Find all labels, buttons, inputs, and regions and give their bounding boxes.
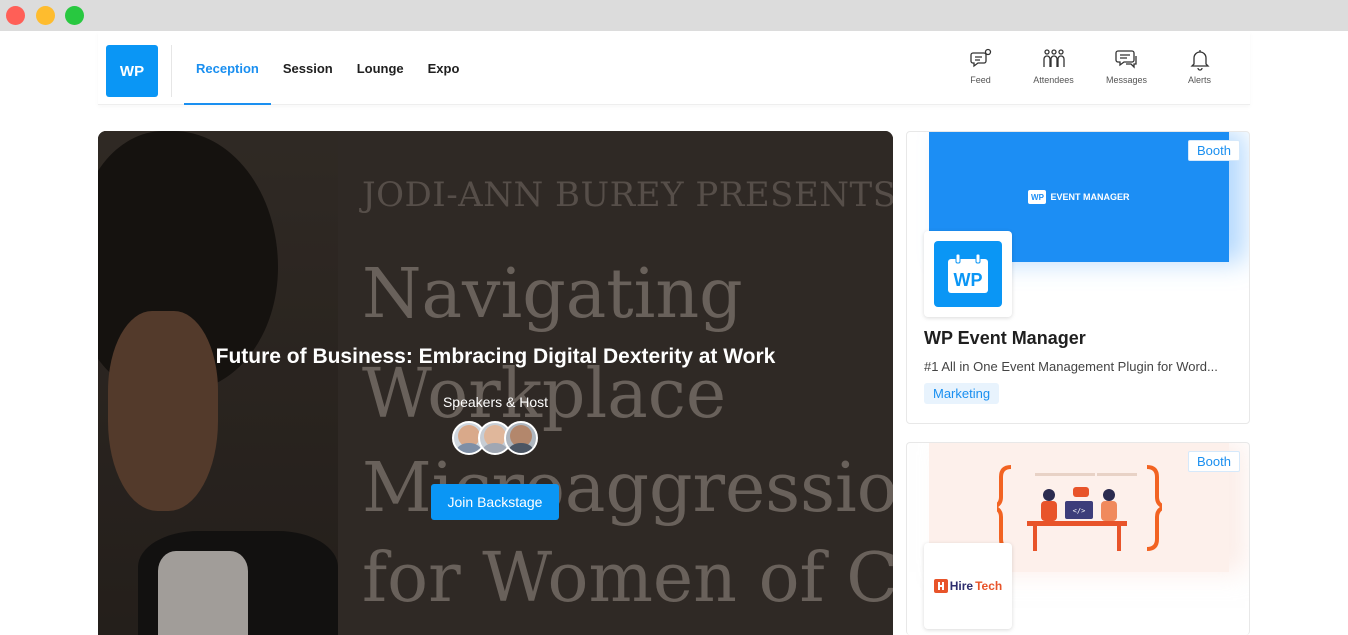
bell-icon	[1189, 50, 1210, 71]
alerts-button[interactable]: Alerts	[1163, 47, 1236, 85]
feed-icon	[969, 48, 991, 68]
booth-title[interactable]: WP Event Manager	[924, 328, 1086, 349]
maximize-window-button[interactable]	[65, 6, 84, 25]
speaker-avatar-body	[456, 443, 482, 453]
booth-logo: Hire Tech	[924, 543, 1012, 629]
booth-badge: Booth	[1188, 140, 1240, 161]
attendees-label: Attendees	[1033, 75, 1074, 85]
booth-logo: WP	[924, 231, 1012, 317]
app-logo[interactable]: WP	[106, 45, 158, 97]
hiretech-logo: Hire Tech	[933, 579, 1003, 593]
hiretech-logo-text-a: Hire	[949, 579, 974, 593]
header-tools: Feed Attendees Messages Alerts	[944, 47, 1236, 85]
booth-banner-logo: WP EVENT MANAGER	[1028, 190, 1130, 204]
booth-banner-logo-mark: WP	[1028, 190, 1047, 204]
office-illustration-icon: </>	[997, 465, 1162, 551]
booth-card[interactable]: WP EVENT MANAGER Booth WP WP Event Manag…	[906, 131, 1250, 424]
minimize-window-button[interactable]	[36, 6, 55, 25]
wp-calendar-icon: WP	[948, 253, 988, 293]
nav-session[interactable]: Session	[271, 31, 345, 105]
alerts-label: Alerts	[1187, 75, 1211, 85]
session-title: Future of Business: Embracing Digital De…	[215, 345, 776, 368]
hiretech-mark-icon	[933, 579, 948, 593]
header-divider	[171, 45, 172, 97]
main-nav: Reception Session Lounge Expo	[184, 31, 471, 105]
wp-calendar-text: WP	[954, 270, 983, 290]
attendees-icon	[1042, 49, 1065, 67]
hero-overlay	[98, 131, 893, 635]
feed-label: Feed	[970, 75, 991, 85]
nav-lounge[interactable]: Lounge	[345, 31, 416, 105]
window-titlebar	[0, 0, 1348, 31]
nav-expo[interactable]: Expo	[416, 31, 472, 105]
messages-button[interactable]: Messages	[1090, 47, 1163, 85]
booth-tag[interactable]: Marketing	[924, 383, 1000, 404]
top-header: WP Reception Session Lounge Expo Feed At…	[98, 31, 1250, 105]
booth-banner-text: EVENT MANAGER	[1050, 192, 1130, 202]
join-backstage-button[interactable]: Join Backstage	[431, 484, 559, 520]
attendees-button[interactable]: Attendees	[1017, 47, 1090, 85]
svg-text:</>: </>	[1073, 507, 1086, 515]
booth-badge: Booth	[1188, 451, 1240, 472]
booth-description: #1 All in One Event Management Plugin fo…	[924, 359, 1218, 374]
close-window-button[interactable]	[6, 6, 25, 25]
booth-card[interactable]: </> Booth Hire Tech	[906, 442, 1250, 635]
speaker-avatars	[452, 421, 538, 455]
nav-reception[interactable]: Reception	[184, 31, 271, 105]
speaker-avatar[interactable]	[504, 421, 538, 455]
messages-icon	[1114, 50, 1137, 69]
feed-button[interactable]: Feed	[944, 47, 1017, 85]
session-hero: JODI-ANN BUREY PRESENTS: Navigating Work…	[98, 131, 893, 635]
calendar-icon: WP	[934, 241, 1002, 307]
speaker-avatar-body	[482, 443, 508, 453]
hiretech-logo-text-b: Tech	[975, 579, 1003, 593]
messages-label: Messages	[1105, 75, 1148, 85]
speakers-label: Speakers & Host	[442, 394, 549, 410]
